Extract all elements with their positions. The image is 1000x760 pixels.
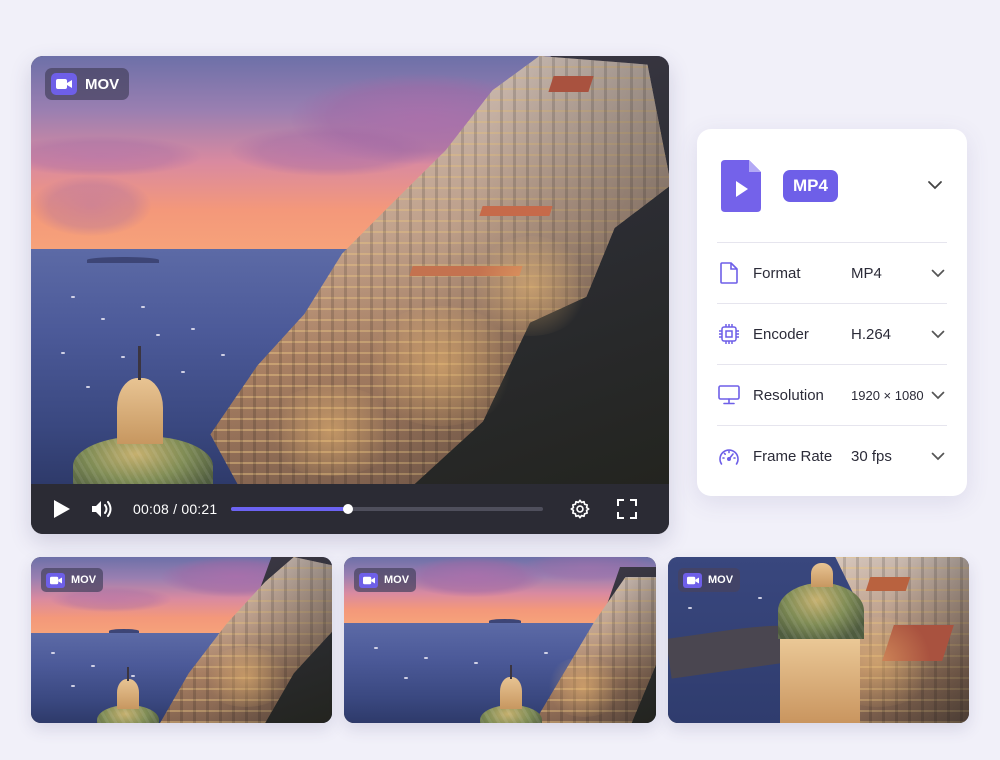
speedometer-icon [717, 447, 741, 467]
player-control-bar: 00:08 / 00:21 [31, 484, 669, 534]
format-badge-label: MOV [71, 574, 97, 586]
setting-label: Frame Rate [753, 448, 833, 465]
seek-handle[interactable] [343, 504, 354, 514]
video-thumbnail[interactable]: MOV [668, 557, 969, 723]
format-badge: MOV [45, 68, 130, 100]
format-badge-label: MOV [708, 574, 734, 586]
play-button[interactable] [53, 499, 71, 519]
video-camera-icon [683, 572, 702, 588]
monitor-icon [717, 385, 741, 405]
video-frame-image [31, 56, 669, 484]
chip-icon [717, 323, 741, 345]
video-thumbnail[interactable]: MOV [31, 557, 332, 723]
setting-label: Resolution [753, 386, 824, 404]
selected-format-pill: MP4 [783, 169, 838, 202]
setting-value: MP4 [851, 264, 882, 282]
video-file-icon [721, 159, 761, 212]
seek-bar-fill [231, 507, 349, 511]
video-camera-icon [359, 572, 378, 588]
fullscreen-icon [617, 499, 638, 519]
chevron-down-icon[interactable] [931, 448, 945, 465]
setting-value: H.264 [851, 325, 892, 343]
settings-button[interactable] [569, 498, 591, 520]
speaker-icon [92, 501, 112, 517]
format-badge: MOV [678, 568, 741, 592]
setting-label: Encoder [753, 325, 809, 343]
chevron-down-icon[interactable] [931, 265, 945, 282]
volume-button[interactable] [91, 499, 115, 519]
playback-time: 00:08 / 00:21 [133, 501, 217, 517]
chevron-down-icon[interactable] [927, 177, 943, 195]
format-badge-label: MOV [384, 574, 410, 586]
setting-value: 1920 × 1080 [851, 387, 924, 403]
total-time: 00:21 [181, 501, 218, 517]
setting-row-frame-rate[interactable]: Frame Rate 30 fps [717, 426, 947, 487]
gear-icon [570, 499, 590, 519]
format-badge: MOV [41, 568, 104, 592]
video-thumbnail[interactable]: MOV [344, 557, 656, 723]
output-format-selector[interactable]: MP4 [717, 129, 947, 243]
setting-row-format[interactable]: Format MP4 [717, 243, 947, 304]
current-time: 00:08 [133, 501, 170, 517]
format-badge: MOV [354, 568, 417, 592]
format-badge-label: MOV [85, 75, 120, 93]
video-camera-icon [46, 572, 65, 588]
time-separator: / [173, 501, 178, 517]
seek-bar[interactable] [231, 504, 544, 514]
chevron-down-icon[interactable] [931, 326, 945, 343]
chevron-down-icon[interactable] [931, 387, 945, 404]
setting-label: Format [753, 264, 801, 282]
output-settings-panel: MP4 Format MP4 Encoder H.264 Resolution … [697, 129, 967, 496]
play-icon [54, 500, 70, 518]
main-video-player[interactable]: MOV 00:08 / 00:21 [31, 56, 669, 534]
document-icon [717, 262, 741, 284]
setting-row-encoder[interactable]: Encoder H.264 [717, 304, 947, 365]
setting-row-resolution[interactable]: Resolution 1920 × 1080 [717, 365, 947, 426]
setting-value: 30 fps [851, 448, 892, 465]
fullscreen-button[interactable] [617, 499, 638, 519]
video-camera-icon [51, 73, 77, 95]
